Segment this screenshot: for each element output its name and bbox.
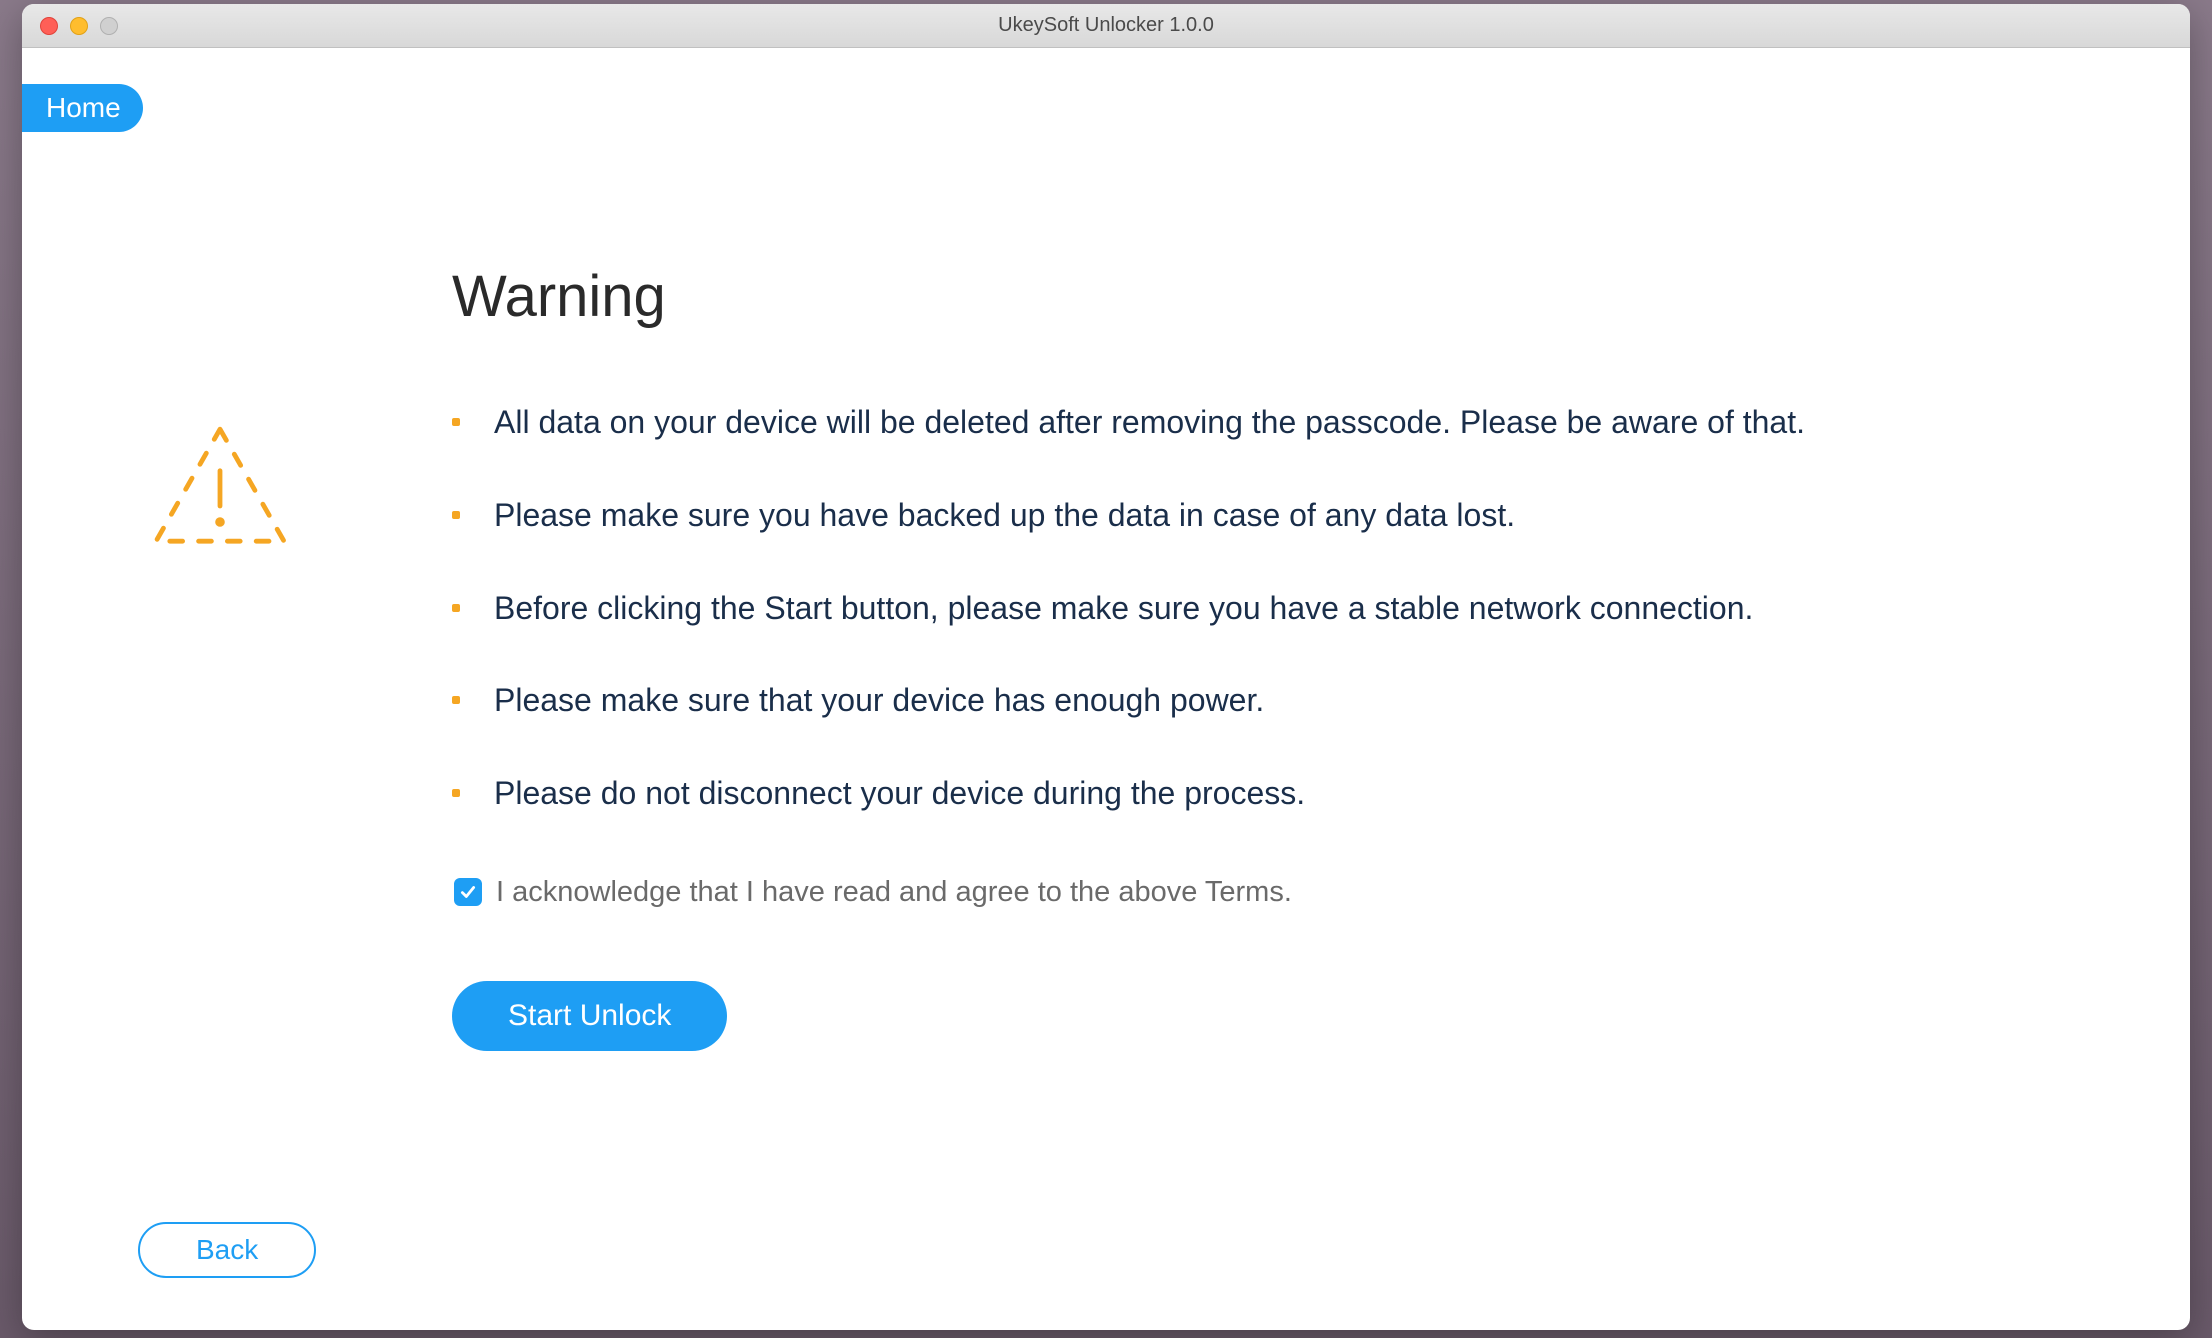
acknowledge-checkbox[interactable]: [454, 878, 482, 906]
list-item: Please do not disconnect your device dur…: [452, 771, 2090, 816]
warning-triangle-icon: [140, 410, 300, 570]
maximize-icon: [100, 17, 118, 35]
acknowledge-row: I acknowledge that I have read and agree…: [452, 876, 2090, 909]
list-item: All data on your device will be deleted …: [452, 400, 2090, 445]
acknowledge-label: I acknowledge that I have read and agree…: [496, 876, 1292, 909]
window-controls: [22, 17, 118, 35]
list-item: Before clicking the Start button, please…: [452, 586, 2090, 631]
warning-list: All data on your device will be deleted …: [452, 400, 2090, 816]
back-button[interactable]: Back: [138, 1222, 316, 1278]
titlebar: UkeySoft Unlocker 1.0.0: [22, 4, 2190, 48]
main-area: Warning All data on your device will be …: [452, 263, 2090, 1051]
start-unlock-button[interactable]: Start Unlock: [452, 981, 727, 1051]
page-title: Warning: [452, 263, 2090, 330]
window-title: UkeySoft Unlocker 1.0.0: [22, 14, 2190, 37]
app-window: UkeySoft Unlocker 1.0.0 Home Warning All…: [22, 4, 2190, 1330]
close-icon[interactable]: [40, 17, 58, 35]
list-item: Please make sure that your device has en…: [452, 678, 2090, 723]
content-area: Home Warning All data on your device wil…: [22, 48, 2190, 1330]
home-tab[interactable]: Home: [22, 84, 143, 132]
minimize-icon[interactable]: [70, 17, 88, 35]
list-item: Please make sure you have backed up the …: [452, 493, 2090, 538]
